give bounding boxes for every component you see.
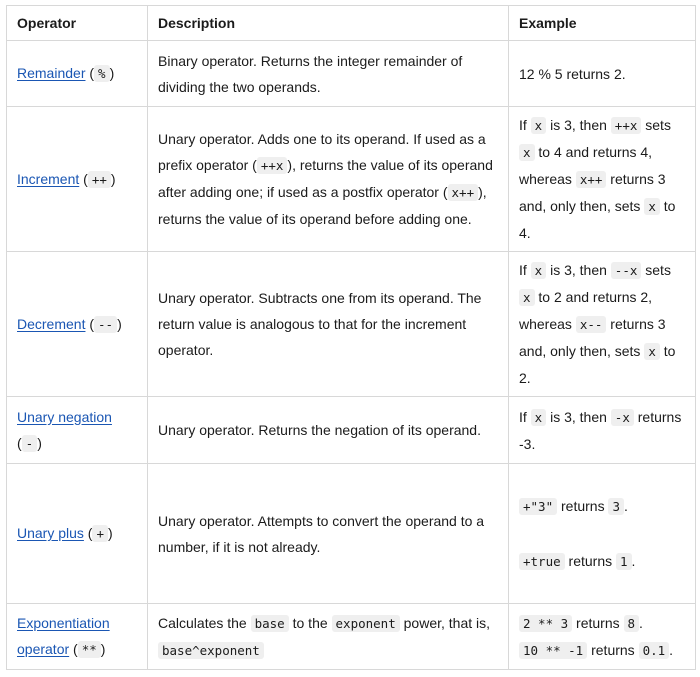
- operator-cell: Unary negation (-): [6, 396, 148, 464]
- header-description: Description: [147, 5, 509, 41]
- description-cell: Unary operator. Subtracts one from its o…: [147, 251, 509, 397]
- header-example: Example: [508, 5, 696, 41]
- inline-code: +true: [519, 552, 565, 570]
- inline-code: --x: [610, 262, 642, 279]
- operator-link[interactable]: Unary negation: [17, 409, 112, 425]
- text-segment: .: [631, 552, 636, 569]
- inline-code: x: [519, 144, 535, 161]
- description-cell: Unary operator. Returns the negation of …: [147, 396, 509, 464]
- text-segment: Binary operator. Returns the integer rem…: [158, 52, 463, 95]
- example-cell: +"3" returns 3. +true returns 1.: [508, 463, 696, 604]
- example-cell: 2 ** 3 returns 8. 10 ** -1 returns 0.1.: [508, 603, 696, 670]
- operator-symbol: -: [21, 434, 38, 452]
- inline-code: 1: [616, 552, 632, 570]
- text-segment: sets: [641, 262, 671, 278]
- operator-link[interactable]: Increment: [17, 171, 79, 187]
- operator-link[interactable]: Unary plus: [17, 525, 84, 541]
- table-row: Exponentiation operator (**) Calculates …: [6, 603, 696, 670]
- table-row: Remainder (%) Binary operator. Returns t…: [6, 40, 696, 107]
- inline-code: +"3": [519, 497, 558, 515]
- text-segment: returns: [564, 552, 616, 569]
- operator-link[interactable]: Decrement: [17, 316, 85, 332]
- description-cell: Binary operator. Returns the integer rem…: [147, 40, 509, 107]
- operator-link[interactable]: Remainder: [17, 65, 85, 81]
- table-row: Unary negation (-) Unary operator. Retur…: [6, 396, 696, 464]
- text-segment: is 3, then: [546, 408, 611, 425]
- operators-table: Operator Description Example Remainder (…: [6, 5, 696, 670]
- operator-cell: Increment (++): [6, 106, 148, 252]
- inline-code: x: [644, 343, 660, 360]
- example-line: +true returns 1.: [519, 548, 685, 575]
- text-segment: returns: [572, 614, 624, 631]
- text-segment: .: [624, 497, 628, 514]
- example-line: If x is 3, then -x returns -3.: [519, 404, 685, 457]
- example-line: 10 ** -1 returns 0.1.: [519, 637, 685, 664]
- example-cell: If x is 3, then -x returns -3.: [508, 396, 696, 464]
- table-row: Decrement (--) Unary operator. Subtracts…: [6, 251, 696, 397]
- text-segment: power, that is,: [399, 614, 491, 631]
- text-segment: If: [519, 262, 531, 278]
- inline-code: 8: [623, 614, 640, 632]
- text-segment: is 3, then: [546, 262, 611, 278]
- text-segment: 12 % 5 returns 2.: [519, 65, 626, 82]
- example-cell: If x is 3, then --x sets x to 2 and retu…: [508, 251, 696, 397]
- inline-code: 3: [608, 497, 624, 515]
- operator-symbol: %: [94, 65, 110, 82]
- example-cell: If x is 3, then ++x sets x to 4 and retu…: [508, 106, 696, 252]
- header-operator: Operator: [6, 5, 148, 41]
- example-cell: 12 % 5 returns 2.: [508, 40, 696, 107]
- text-segment: Calculates the: [158, 614, 251, 631]
- example-line: 2 ** 3 returns 8.: [519, 610, 685, 637]
- example-line: If x is 3, then --x sets x to 2 and retu…: [519, 257, 685, 391]
- operator-symbol: --: [94, 315, 118, 333]
- inline-code: exponent: [331, 614, 400, 632]
- inline-code: 2 ** 3: [519, 614, 573, 632]
- table-row: Increment (++) Unary operator. Adds one …: [6, 106, 696, 252]
- table-row: Unary plus (+) Unary operator. Attempts …: [6, 463, 696, 604]
- operator-cell: Decrement (--): [6, 251, 148, 397]
- text-segment: .: [639, 614, 643, 631]
- operator-symbol: **: [77, 641, 101, 658]
- example-line: If x is 3, then ++x sets x to 4 and retu…: [519, 112, 685, 246]
- text-segment: returns: [557, 497, 609, 514]
- description-cell: Unary operator. Attempts to convert the …: [147, 463, 509, 604]
- inline-code: x: [530, 408, 547, 426]
- inline-code: 10 ** -1: [519, 641, 588, 659]
- inline-code: x: [530, 117, 547, 134]
- inline-code: base: [250, 614, 289, 632]
- example-line: +"3" returns 3.: [519, 493, 685, 520]
- inline-code: ++x: [256, 157, 288, 174]
- operator-symbol: +: [92, 525, 109, 542]
- text-segment: If: [519, 408, 531, 425]
- inline-code: x--: [575, 316, 607, 333]
- header-row: Operator Description Example: [6, 5, 696, 41]
- text-segment: Unary operator. Attempts to convert the …: [158, 512, 485, 555]
- inline-code: -x: [610, 408, 634, 426]
- text-segment: sets: [641, 117, 671, 133]
- text-segment: returns: [587, 641, 639, 658]
- text-segment: Unary operator. Subtracts one from its o…: [158, 290, 482, 358]
- text-segment: .: [669, 641, 674, 658]
- inline-code: x: [530, 262, 547, 279]
- inline-code: 0.1: [638, 641, 670, 659]
- operator-symbol: ++: [87, 170, 111, 188]
- text-segment: to the: [288, 614, 332, 631]
- example-line: 12 % 5 returns 2.: [519, 61, 685, 87]
- text-segment: is 3, then: [546, 117, 611, 133]
- inline-code: x: [644, 198, 660, 215]
- operator-cell: Exponentiation operator (**): [6, 603, 148, 670]
- inline-code: x++: [447, 184, 479, 201]
- operator-cell: Unary plus (+): [6, 463, 148, 604]
- inline-code: ++x: [610, 117, 642, 134]
- description-cell: Calculates the base to the exponent powe…: [147, 603, 509, 670]
- text-segment: If: [519, 117, 531, 133]
- operator-cell: Remainder (%): [6, 40, 148, 107]
- text-segment: Unary operator. Returns the negation of …: [158, 422, 481, 438]
- inline-code: x++: [575, 171, 607, 188]
- inline-code: base^exponent: [158, 641, 264, 659]
- inline-code: x: [519, 289, 535, 306]
- description-cell: Unary operator. Adds one to its operand.…: [147, 106, 509, 252]
